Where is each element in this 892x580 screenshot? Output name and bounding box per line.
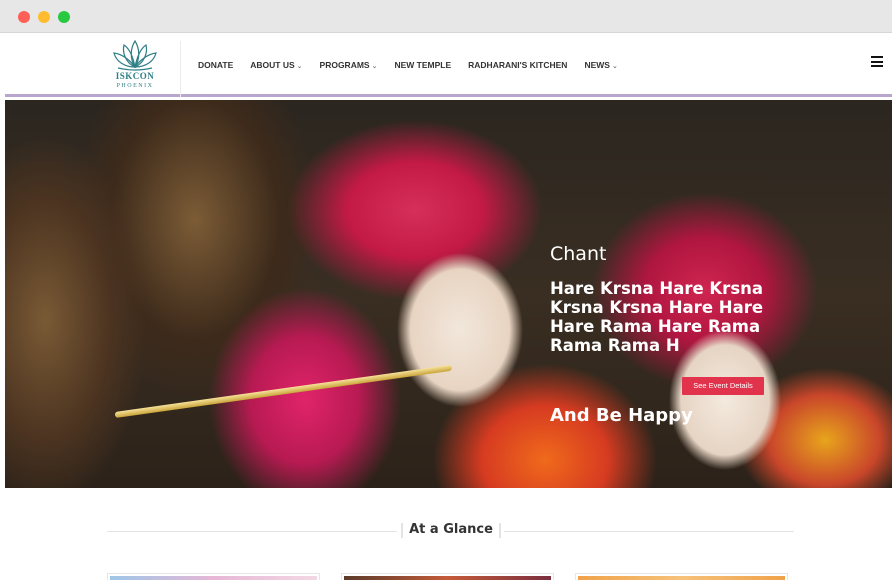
nav-new-temple-label: NEW TEMPLE — [394, 60, 452, 70]
minimize-window-button[interactable] — [38, 11, 50, 23]
nav-news[interactable]: NEWS ⌄ — [584, 60, 617, 70]
nav-programs-label: PROGRAMS — [319, 60, 370, 70]
site-logo[interactable]: ISKCON PHOENIX — [105, 37, 165, 93]
logo-city-text: PHOENIX — [116, 83, 154, 89]
nav-radharanis-kitchen-label: RADHARANI'S KITCHEN — [468, 60, 568, 70]
see-event-details-button[interactable]: See Event Details — [682, 377, 764, 395]
hamburger-icon[interactable] — [871, 56, 884, 67]
heading-rule-left — [107, 531, 397, 532]
web-page: ISKCON PHOENIX DONATE ABOUT US ⌄ PROGRAMS… — [5, 33, 892, 580]
logo-brand-text: ISKCON — [115, 71, 155, 81]
close-window-button[interactable] — [18, 11, 30, 23]
at-a-glance-heading: At a Glance — [5, 518, 892, 542]
heading-tick-left — [401, 523, 403, 538]
chevron-down-icon: ⌄ — [611, 63, 618, 70]
nav-radharanis-kitchen[interactable]: RADHARANI'S KITCHEN — [468, 60, 567, 70]
hero-subtitle: Chant — [550, 243, 607, 265]
glance-card[interactable] — [575, 573, 788, 580]
nav-donate-label: DONATE — [198, 60, 234, 70]
hero-tagline: And Be Happy — [550, 405, 693, 426]
heading-rule-right — [504, 531, 794, 532]
nav-programs[interactable]: PROGRAMS ⌄ — [320, 60, 378, 70]
nav-donate[interactable]: DONATE — [198, 60, 233, 70]
hero-title: Hare Krsna Hare Krsna Krsna Krsna Hare H… — [550, 279, 764, 355]
chevron-down-icon: ⌄ — [296, 63, 303, 70]
glance-card[interactable] — [107, 573, 320, 580]
card-image — [578, 576, 785, 580]
glance-card[interactable] — [341, 573, 554, 580]
header-divider — [180, 41, 181, 97]
chevron-down-icon: ⌄ — [371, 63, 378, 70]
nav-about-us-label: ABOUT US — [250, 60, 295, 70]
lotus-icon — [113, 39, 157, 71]
hero-caption: Chant Hare Krsna Hare Krsna Krsna Krsna … — [550, 243, 790, 355]
browser-chrome — [0, 0, 892, 33]
section-title: At a Glance — [409, 522, 493, 537]
site-header: ISKCON PHOENIX DONATE ABOUT US ⌄ PROGRAMS… — [5, 33, 892, 97]
heading-tick-right — [499, 523, 501, 538]
maximize-window-button[interactable] — [58, 11, 70, 23]
nav-about-us[interactable]: ABOUT US ⌄ — [250, 60, 302, 70]
hero-slider: Chant Hare Krsna Hare Krsna Krsna Krsna … — [5, 100, 892, 488]
main-nav: DONATE ABOUT US ⌄ PROGRAMS ⌄ NEW TEMPLE RA… — [198, 33, 635, 97]
nav-new-temple[interactable]: NEW TEMPLE — [394, 60, 451, 70]
nav-news-label: NEWS — [584, 60, 610, 70]
card-image — [110, 576, 317, 580]
card-image — [344, 576, 551, 580]
